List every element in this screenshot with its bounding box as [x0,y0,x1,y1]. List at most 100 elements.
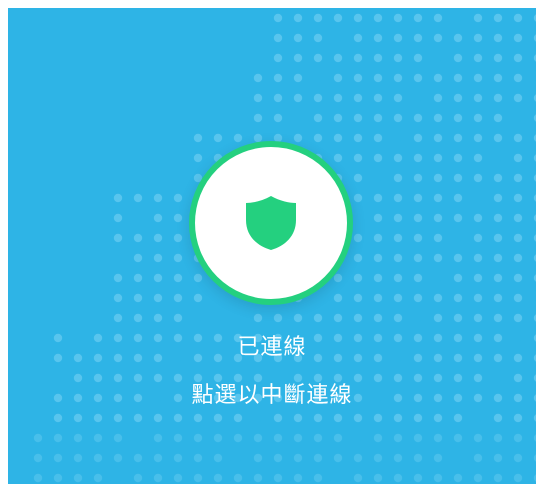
map-dot [493,133,503,143]
map-dot [333,153,343,163]
map-dot [133,273,143,283]
map-dot [313,473,323,483]
map-dot [313,13,323,23]
map-dot [513,53,523,63]
map-dot [273,113,283,123]
map-dot [193,153,203,163]
map-dot [413,453,423,463]
map-dot [173,473,183,483]
map-dot [253,93,263,103]
map-dot [293,373,303,383]
map-dot [473,13,483,23]
map-dot [413,233,423,243]
map-dot [193,433,203,443]
map-dot [253,433,263,443]
map-dot [373,93,383,103]
map-dot [393,293,403,303]
map-dot [493,413,503,423]
map-dot [273,313,283,323]
disconnect-hint-link[interactable]: 點選以中斷連線 [8,382,536,410]
map-dot [533,154,536,162]
map-dot [453,373,463,383]
map-dot [513,453,523,463]
map-dot [113,273,123,283]
map-dot [353,53,363,63]
map-dot [333,293,343,303]
map-dot [273,13,283,23]
map-dot [453,73,463,83]
connect-toggle-button[interactable] [189,141,353,305]
map-dot [293,473,303,483]
map-dot [513,153,523,163]
map-dot [393,253,403,263]
map-dot [373,313,383,323]
map-dot [293,13,303,23]
map-dot [393,233,403,243]
map-dot [413,433,423,443]
map-dot [433,73,443,83]
map-dot [153,413,163,423]
map-dot [333,133,343,143]
map-dot [413,293,423,303]
map-dot [433,293,443,303]
map-dot [493,253,503,263]
map-dot [353,313,363,323]
map-dot [513,373,523,383]
map-dot [333,53,343,63]
map-dot [413,153,423,163]
map-dot [473,53,483,63]
map-dot [113,453,123,463]
map-dot [293,413,303,423]
map-dot [413,113,423,123]
map-dot [313,93,323,103]
map-dot [513,273,523,283]
map-dot [473,473,483,483]
map-dot [533,174,536,182]
map-dot [153,293,163,303]
map-dot [333,313,343,323]
map-dot [273,473,283,483]
map-dot [133,233,143,243]
map-dot [213,373,223,383]
map-dot [393,213,403,223]
map-dot [373,473,383,483]
map-dot [393,373,403,383]
map-dot [533,234,536,242]
map-dot [233,413,243,423]
map-dot [373,33,383,43]
map-dot [473,273,483,283]
map-dot [173,313,183,323]
map-dot [473,73,483,83]
map-dot [173,233,183,243]
map-dot [273,53,283,63]
map-dot [313,413,323,423]
map-dot [493,93,503,103]
map-dot [433,373,443,383]
map-dot [113,413,123,423]
map-dot [473,233,483,243]
map-dot [533,374,536,382]
map-dot [493,433,503,443]
map-dot [93,453,103,463]
map-dot [393,173,403,183]
map-dot [333,433,343,443]
map-dot [253,453,263,463]
map-dot [493,233,503,243]
map-dot [293,93,303,103]
map-dot [413,413,423,423]
map-dot [33,453,43,463]
map-dot [133,473,143,483]
map-dot [453,93,463,103]
map-dot [93,413,103,423]
map-dot [213,453,223,463]
map-dot [493,293,503,303]
map-dot [213,473,223,483]
map-dot [333,73,343,83]
map-dot [513,193,523,203]
map-dot [353,473,363,483]
map-dot [513,213,523,223]
map-dot [313,133,323,143]
map-dot [533,54,536,62]
map-dot [53,433,63,443]
map-dot [193,413,203,423]
